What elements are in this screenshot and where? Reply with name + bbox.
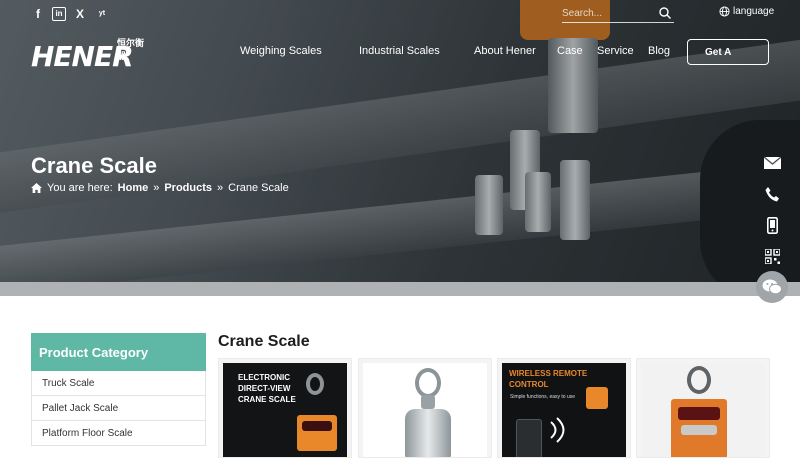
get-quote-button[interactable]: Get A [687, 39, 769, 65]
breadcrumb-separator: » [217, 182, 224, 194]
search-icon[interactable] [659, 7, 671, 19]
nav-blog[interactable]: Blog [648, 45, 670, 57]
section-title: Crane Scale [218, 333, 310, 350]
product-image [641, 363, 765, 457]
product-promo-subtext: Simple functions, easy to use [510, 394, 576, 400]
nav-service[interactable]: Service [597, 45, 634, 57]
product-card[interactable] [358, 358, 492, 458]
email-icon[interactable] [756, 147, 788, 179]
product-card[interactable]: ELECTRONIC DIRECT-VIEW CRANE SCALE [218, 358, 352, 458]
breadcrumb-home[interactable]: Home [118, 182, 149, 194]
nav-about-hener[interactable]: About Hener [474, 45, 536, 57]
globe-icon [719, 6, 730, 17]
product-promo-text: WIRELESS REMOTE CONTROL [509, 369, 588, 389]
breadcrumb-prefix: You are here: [47, 182, 113, 194]
linkedin-icon[interactable]: in [52, 7, 66, 21]
youtube-icon[interactable]: yt [95, 7, 109, 21]
home-icon [31, 183, 42, 193]
product-card[interactable]: WIRELESS REMOTE CONTROL Simple functions… [497, 358, 631, 458]
mobile-icon[interactable] [756, 209, 788, 241]
breadcrumb-current: Crane Scale [228, 182, 289, 194]
product-image [363, 363, 487, 457]
qr-code-icon[interactable] [756, 240, 788, 272]
category-item-platform-floor-scale[interactable]: Platform Floor Scale [31, 421, 206, 446]
category-item-pallet-jack-scale[interactable]: Pallet Jack Scale [31, 396, 206, 421]
category-item-truck-scale[interactable]: Truck Scale [31, 371, 206, 396]
category-heading: Product Category [31, 333, 206, 371]
product-category-panel: Product Category Truck Scale Pallet Jack… [31, 333, 206, 446]
breadcrumb: You are here: Home » Products » Crane Sc… [31, 182, 289, 194]
product-card[interactable] [636, 358, 770, 458]
search-input[interactable] [562, 4, 674, 23]
phone-icon[interactable] [756, 178, 788, 210]
language-switcher[interactable]: language [719, 6, 774, 17]
product-image: WIRELESS REMOTE CONTROL Simple functions… [502, 363, 626, 457]
breadcrumb-separator: » [153, 182, 160, 194]
language-label: language [733, 6, 775, 17]
nav-weighing-scales[interactable]: Weighing Scales [240, 45, 322, 57]
logo-cn-text: 恒尔衡器 [117, 38, 145, 61]
hero-bottom-band [0, 282, 800, 296]
wireless-signal-icon [550, 417, 565, 443]
nav-case[interactable]: Case [557, 45, 583, 57]
breadcrumb-products[interactable]: Products [164, 182, 212, 194]
facebook-icon[interactable]: f [31, 7, 45, 21]
nav-industrial-scales[interactable]: Industrial Scales [359, 45, 440, 57]
hener-logo[interactable]: HENER 恒尔衡器 [31, 38, 151, 73]
page-title: Crane Scale [31, 153, 157, 178]
top-bar: f in X yt language [0, 0, 800, 30]
wechat-icon[interactable] [756, 271, 788, 303]
x-twitter-icon[interactable]: X [73, 7, 87, 21]
product-image: ELECTRONIC DIRECT-VIEW CRANE SCALE [223, 363, 347, 457]
